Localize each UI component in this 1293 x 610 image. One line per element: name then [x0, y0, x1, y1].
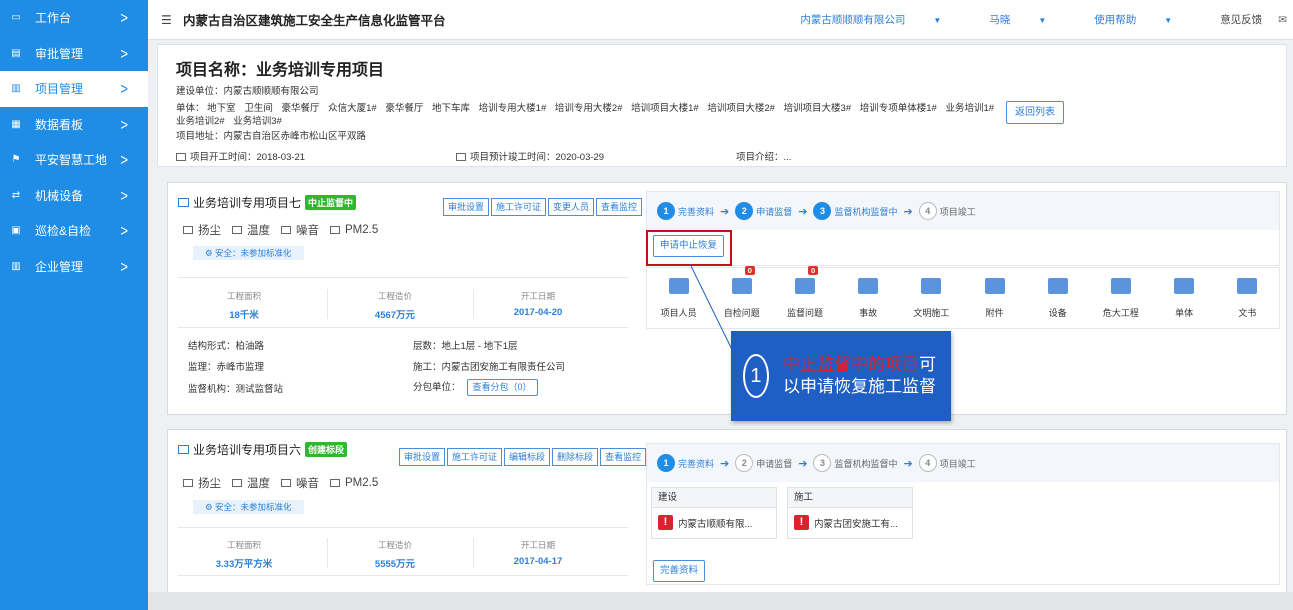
callout-box: 1 中止监督中的项目可以申请恢复施工监督 — [731, 331, 951, 421]
bottom-strip — [148, 592, 1293, 610]
callout-pointer — [689, 263, 743, 371]
callout-text: 中止监督中的项目可以申请恢复施工监督 — [782, 355, 936, 396]
callout-number: 1 — [743, 354, 769, 398]
